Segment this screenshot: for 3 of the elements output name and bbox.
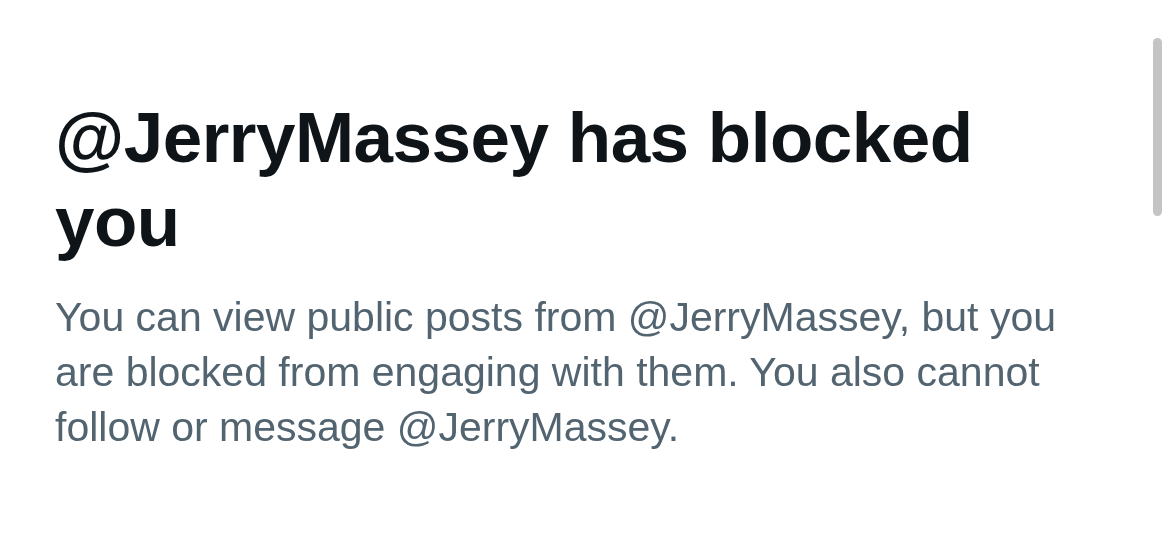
scrollbar-thumb[interactable] [1153, 38, 1162, 216]
blocked-message: You can view public posts from @JerryMassey, but you are blocked from engaging with them. You also cannot follow or message @JerryMassey. [55, 293, 1057, 452]
page-title: @JerryMassey has blocked you [55, 97, 974, 263]
